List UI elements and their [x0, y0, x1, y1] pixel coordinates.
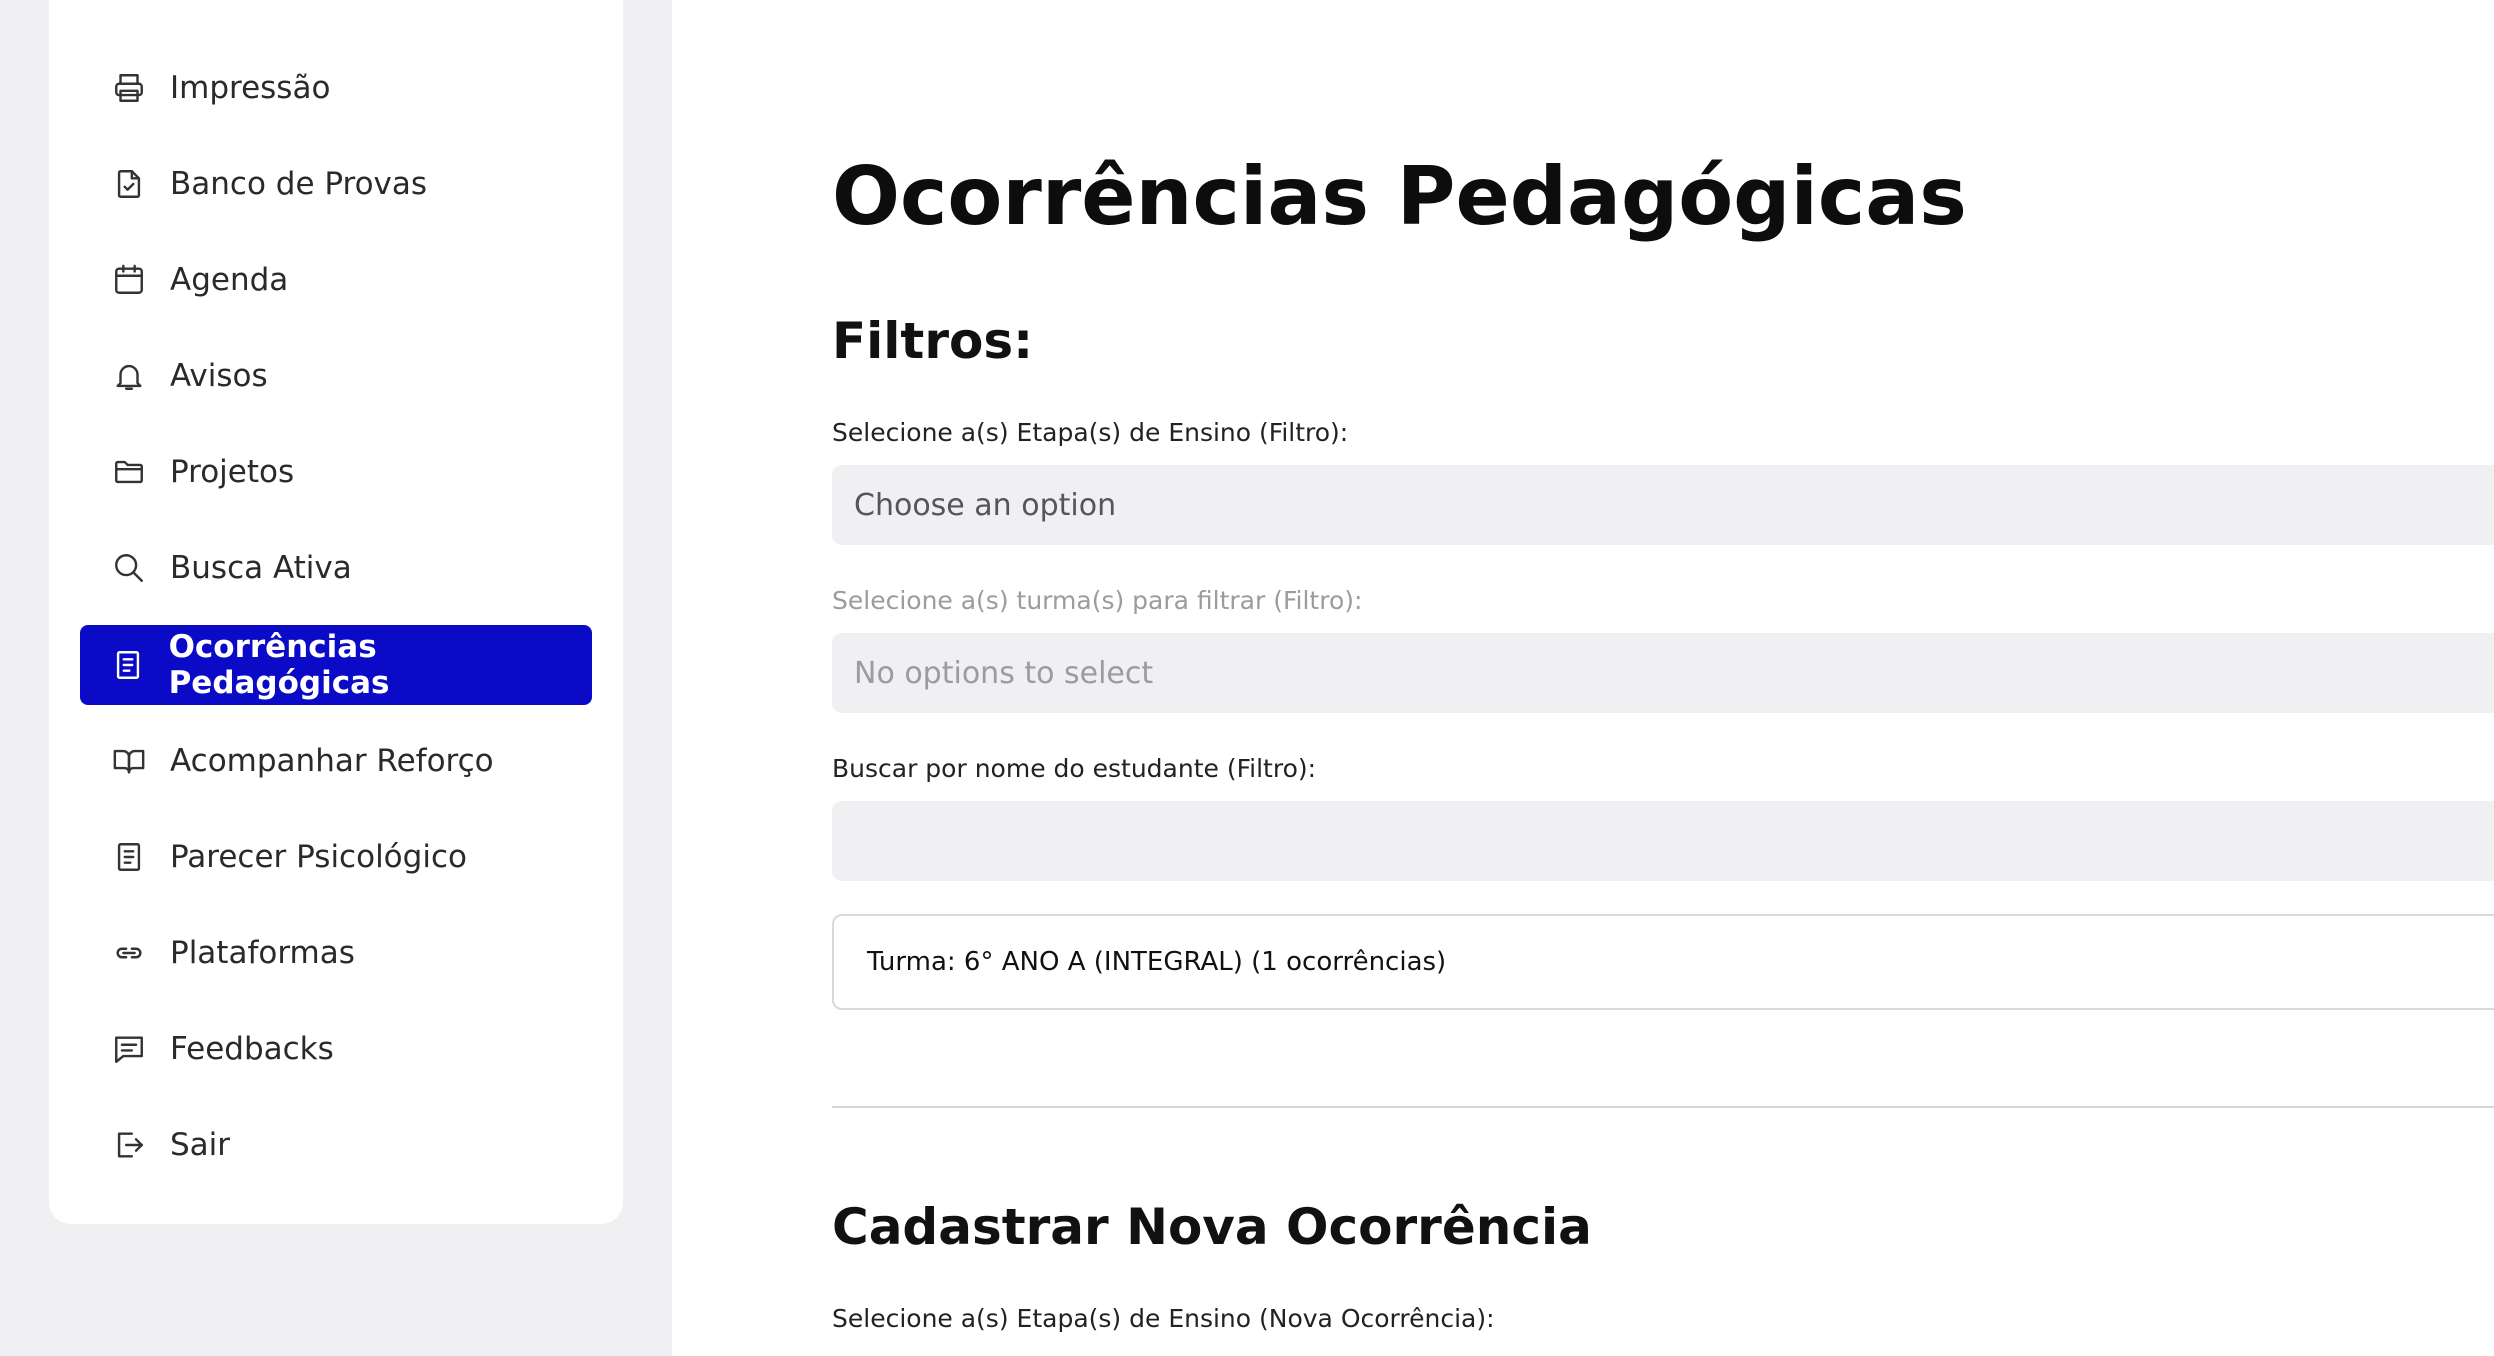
sidebar-item-label: Avisos	[170, 358, 268, 394]
etapa-filter-label: Selecione a(s) Etapa(s) de Ensino (Filtr…	[832, 418, 1349, 447]
sidebar-item-label: Ocorrências Pedagógicas	[168, 629, 390, 701]
turma-filter-placeholder: No options to select	[854, 655, 1154, 691]
sidebar-item-impressao[interactable]: Impressão	[80, 48, 592, 128]
sidebar-item-ocorrencias-pedagogicas[interactable]: Ocorrências Pedagógicas	[80, 625, 592, 705]
document-icon	[110, 646, 147, 684]
link-icon	[110, 934, 148, 972]
book-icon	[110, 742, 148, 780]
sidebar-item-projetos[interactable]: Projetos	[80, 432, 592, 512]
sidebar-item-feedbacks[interactable]: Feedbacks	[80, 1009, 592, 1089]
etapa-filter-select[interactable]: Choose an option	[832, 465, 2494, 545]
sidebar-item-label: Parecer Psicológico	[170, 839, 467, 875]
sidebar-item-label: Agenda	[170, 262, 289, 298]
new-occurrence-heading: Cadastrar Nova Ocorrência	[832, 1198, 1592, 1256]
printer-icon	[110, 69, 148, 107]
sidebar-item-label: Sair	[170, 1127, 231, 1163]
page-title: Ocorrências Pedagógicas	[832, 150, 1967, 243]
etapa-new-label: Selecione a(s) Etapa(s) de Ensino (Nova …	[832, 1304, 1495, 1333]
sidebar-item-banco-de-provas[interactable]: Banco de Provas	[80, 144, 592, 224]
sidebar-item-label: Acompanhar Reforço	[170, 743, 494, 779]
folder-icon	[110, 453, 148, 491]
section-divider	[832, 1106, 2494, 1108]
sidebar-item-plataformas[interactable]: Plataformas	[80, 913, 592, 993]
sidebar-item-label: Plataformas	[170, 935, 355, 971]
file-check-icon	[110, 165, 148, 203]
main-content: Ocorrências Pedagógicas Filtros: Selecio…	[832, 0, 2494, 1356]
logout-icon	[110, 1126, 148, 1164]
document-icon	[110, 838, 148, 876]
sidebar-item-agenda[interactable]: Agenda	[80, 240, 592, 320]
student-search-label: Buscar por nome do estudante (Filtro):	[832, 754, 1317, 783]
sidebar-item-sair[interactable]: Sair	[80, 1105, 592, 1185]
turma-filter-select[interactable]: No options to select	[832, 633, 2494, 713]
sidebar-item-label: Busca Ativa	[170, 550, 352, 586]
sidebar-item-acompanhar-reforco[interactable]: Acompanhar Reforço	[80, 721, 592, 801]
chat-icon	[110, 1030, 148, 1068]
sidebar-item-parecer-psicologico[interactable]: Parecer Psicológico	[80, 817, 592, 897]
bell-icon	[110, 357, 148, 395]
turma-filter-label: Selecione a(s) turma(s) para filtrar (Fi…	[832, 586, 1363, 615]
search-icon	[110, 549, 148, 587]
calendar-icon	[110, 261, 148, 299]
sidebar-item-busca-ativa[interactable]: Busca Ativa	[80, 528, 592, 608]
filters-heading: Filtros:	[832, 312, 1034, 370]
turma-expander[interactable]: Turma: 6° ANO A (INTEGRAL) (1 ocorrência…	[832, 914, 2494, 1010]
sidebar-item-label: Impressão	[170, 70, 331, 106]
sidebar-item-label: Projetos	[170, 454, 295, 490]
sidebar-item-avisos[interactable]: Avisos	[80, 336, 592, 416]
student-search-input[interactable]	[832, 801, 2494, 881]
etapa-filter-placeholder: Choose an option	[854, 487, 1117, 523]
sidebar-item-label: Feedbacks	[170, 1031, 334, 1067]
sidebar-item-label: Banco de Provas	[170, 166, 428, 202]
turma-expander-label: Turma: 6° ANO A (INTEGRAL) (1 ocorrência…	[867, 947, 1447, 977]
